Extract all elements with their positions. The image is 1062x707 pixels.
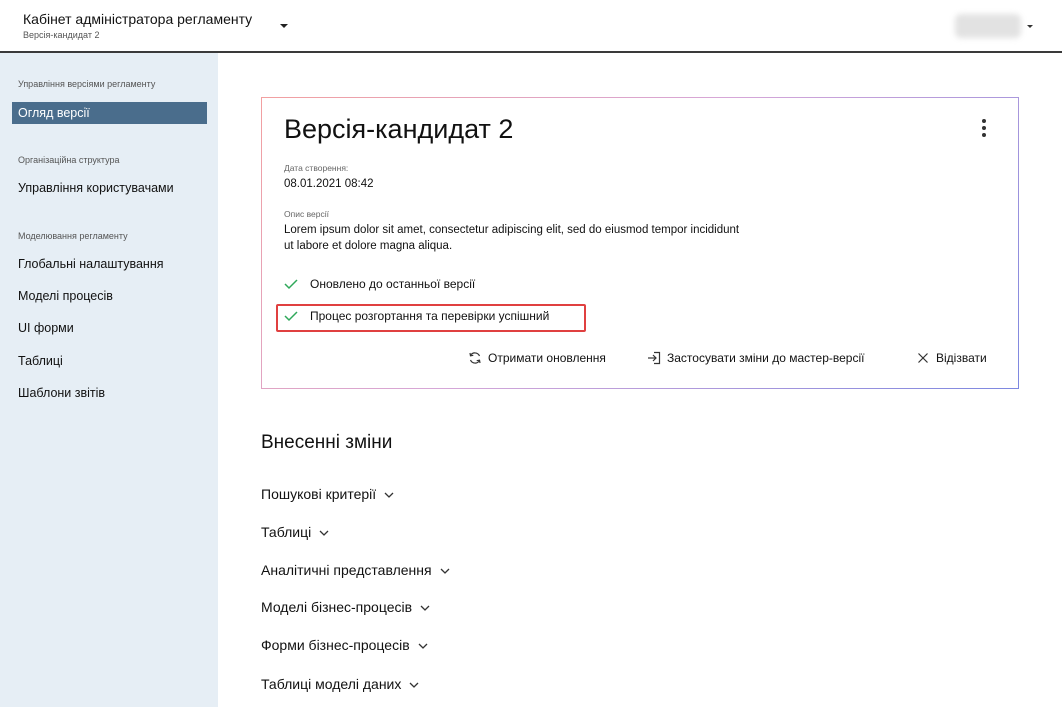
sidebar-section-title: Управління версіями регламенту — [18, 79, 156, 89]
change-item-analytic-views[interactable]: Аналітичні представлення — [261, 562, 450, 578]
revoke-label: Відізвати — [936, 351, 987, 365]
chevron-down-icon — [420, 605, 430, 611]
change-item-label: Форми бізнес-процесів — [261, 637, 410, 653]
description-label: Опис версії — [284, 209, 329, 219]
sign-in-icon — [648, 351, 661, 365]
get-updates-label: Отримати оновлення — [488, 351, 606, 365]
user-name-redacted — [955, 14, 1021, 38]
change-item-search-criteria[interactable]: Пошукові критерії — [261, 486, 394, 502]
change-item-data-model-tables[interactable]: Таблиці моделі даних — [261, 676, 419, 692]
description-value: Lorem ipsum dolor sit amet, consectetur … — [284, 224, 740, 252]
change-item-label: Аналітичні представлення — [261, 562, 432, 578]
user-menu[interactable] — [955, 14, 1035, 38]
chevron-down-icon — [409, 682, 419, 688]
chevron-down-icon — [440, 568, 450, 574]
sidebar-item-tables[interactable]: Таблиці — [18, 354, 63, 368]
app-header: Кабінет адміністратора регламенту Версія… — [0, 0, 1062, 53]
created-date-value: 08.01.2021 08:42 — [284, 178, 374, 190]
created-date-label: Дата створення: — [284, 163, 349, 173]
app-subtitle: Версія-кандидат 2 — [23, 30, 100, 40]
chevron-down-icon — [418, 643, 428, 649]
change-item-label: Моделі бізнес-процесів — [261, 599, 413, 615]
status-label: Оновлено до останньої версії — [310, 277, 476, 291]
changes-heading: Внесенні зміни — [261, 432, 393, 453]
change-item-process-models[interactable]: Моделі бізнес-процесів — [261, 599, 430, 615]
change-item-process-forms[interactable]: Форми бізнес-процесів — [261, 637, 428, 653]
sidebar-item-global-settings[interactable]: Глобальні налаштування — [18, 257, 164, 271]
version-card: Версія-кандидат 2 Дата створення: 08.01.… — [261, 97, 1019, 389]
sidebar-section-title: Моделювання регламенту — [18, 231, 128, 241]
chevron-down-icon — [1027, 25, 1033, 28]
change-item-label: Пошукові критерії — [261, 486, 377, 502]
sidebar-item-report-templates[interactable]: Шаблони звітів — [18, 386, 105, 400]
chevron-down-icon[interactable] — [280, 24, 288, 28]
sidebar-item-version-overview[interactable]: Огляд версії — [12, 102, 207, 124]
change-item-label: Таблиці моделі даних — [261, 676, 402, 692]
close-icon — [918, 353, 928, 363]
apply-to-master-label: Застосувати зміни до мастер-версії — [667, 351, 865, 365]
sidebar-item-user-management[interactable]: Управління користувачами — [18, 181, 174, 195]
sidebar-item-process-models[interactable]: Моделі процесів — [18, 289, 113, 303]
chevron-down-icon — [319, 530, 329, 536]
status-label: Процес розгортання та перевірки успішний — [310, 309, 550, 323]
change-item-label: Таблиці — [261, 524, 312, 540]
refresh-icon — [469, 352, 481, 364]
more-vertical-icon[interactable] — [978, 118, 990, 138]
check-icon — [284, 279, 298, 290]
app-title: Кабінет адміністратора регламенту — [23, 11, 253, 27]
sidebar: Управління версіями регламенту Огляд вер… — [0, 53, 218, 707]
sidebar-item-ui-forms[interactable]: UI форми — [18, 321, 74, 335]
version-title: Версія-кандидат 2 — [284, 114, 514, 144]
check-icon — [284, 311, 298, 322]
app-switcher[interactable]: Кабінет адміністратора регламенту Версія… — [23, 11, 252, 40]
change-item-tables[interactable]: Таблиці — [261, 524, 329, 540]
chevron-down-icon — [384, 492, 394, 498]
sidebar-section-title: Організаційна структура — [18, 155, 120, 165]
